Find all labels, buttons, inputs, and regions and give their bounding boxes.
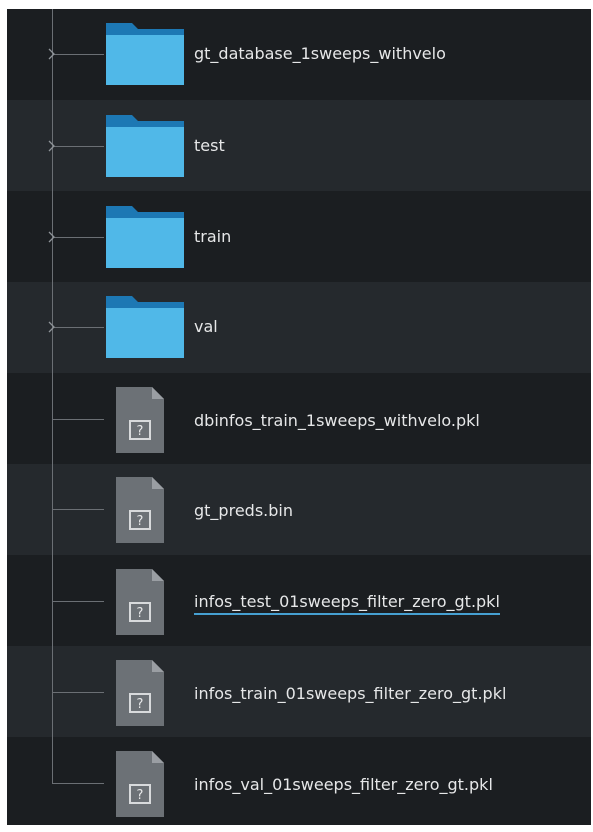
tree-row-train-folder[interactable]: train bbox=[7, 191, 591, 282]
tree-item-label[interactable]: test bbox=[194, 136, 225, 156]
tree-row-infos-val-file[interactable]: ? infos_val_01sweeps_filter_zero_gt.pkl bbox=[7, 737, 591, 825]
svg-text:?: ? bbox=[137, 606, 144, 621]
tree-branch-connector bbox=[52, 327, 104, 328]
unknown-file-icon: ? bbox=[116, 387, 164, 453]
svg-text:?: ? bbox=[137, 514, 144, 529]
tree-row-val-folder[interactable]: val bbox=[7, 282, 591, 373]
tree-item-label[interactable]: infos_train_01sweeps_filter_zero_gt.pkl bbox=[194, 684, 506, 704]
tree-branch-connector bbox=[52, 419, 104, 420]
tree-item-label[interactable]: val bbox=[194, 317, 218, 337]
tree-row-gt-database-folder[interactable]: gt_database_1sweeps_withvelo bbox=[7, 9, 591, 100]
svg-text:?: ? bbox=[137, 697, 144, 712]
tree-item-label[interactable]: infos_test_01sweeps_filter_zero_gt.pkl bbox=[194, 592, 500, 615]
folder-icon bbox=[106, 23, 184, 85]
tree-branch-connector bbox=[52, 237, 104, 238]
unknown-file-icon: ? bbox=[116, 660, 164, 726]
tree-row-dbinfos-file[interactable]: ? dbinfos_train_1sweeps_withvelo.pkl bbox=[7, 373, 591, 464]
tree-item-label[interactable]: infos_val_01sweeps_filter_zero_gt.pkl bbox=[194, 775, 493, 795]
chevron-right-icon[interactable] bbox=[48, 231, 56, 243]
tree-branch-connector bbox=[52, 54, 104, 55]
tree-item-label[interactable]: dbinfos_train_1sweeps_withvelo.pkl bbox=[194, 411, 480, 431]
folder-icon bbox=[106, 206, 184, 268]
chevron-right-icon[interactable] bbox=[48, 48, 56, 60]
tree-row-infos-test-file[interactable]: ? infos_test_01sweeps_filter_zero_gt.pkl bbox=[7, 555, 591, 646]
folder-icon bbox=[106, 296, 184, 358]
tree-row-gt-preds-file[interactable]: ? gt_preds.bin bbox=[7, 464, 591, 555]
tree-branch-connector bbox=[52, 509, 104, 510]
svg-text:?: ? bbox=[137, 788, 144, 803]
svg-text:?: ? bbox=[137, 424, 144, 439]
tree-branch-connector bbox=[52, 601, 104, 602]
tree-item-label[interactable]: train bbox=[194, 227, 231, 247]
chevron-right-icon[interactable] bbox=[48, 321, 56, 333]
chevron-right-icon[interactable] bbox=[48, 140, 56, 152]
folder-icon bbox=[106, 115, 184, 177]
tree-branch-line bbox=[52, 737, 53, 784]
tree-row-test-folder[interactable]: test bbox=[7, 100, 591, 191]
tree-branch-connector bbox=[52, 146, 104, 147]
tree-item-label[interactable]: gt_preds.bin bbox=[194, 501, 293, 521]
tree-branch-connector bbox=[52, 783, 104, 784]
tree-item-label[interactable]: gt_database_1sweeps_withvelo bbox=[194, 44, 446, 64]
tree-branch-connector bbox=[52, 692, 104, 693]
unknown-file-icon: ? bbox=[116, 477, 164, 543]
file-tree[interactable]: gt_database_1sweeps_withvelo test train bbox=[7, 9, 591, 825]
tree-row-infos-train-file[interactable]: ? infos_train_01sweeps_filter_zero_gt.pk… bbox=[7, 646, 591, 737]
unknown-file-icon: ? bbox=[116, 751, 164, 817]
unknown-file-icon: ? bbox=[116, 569, 164, 635]
